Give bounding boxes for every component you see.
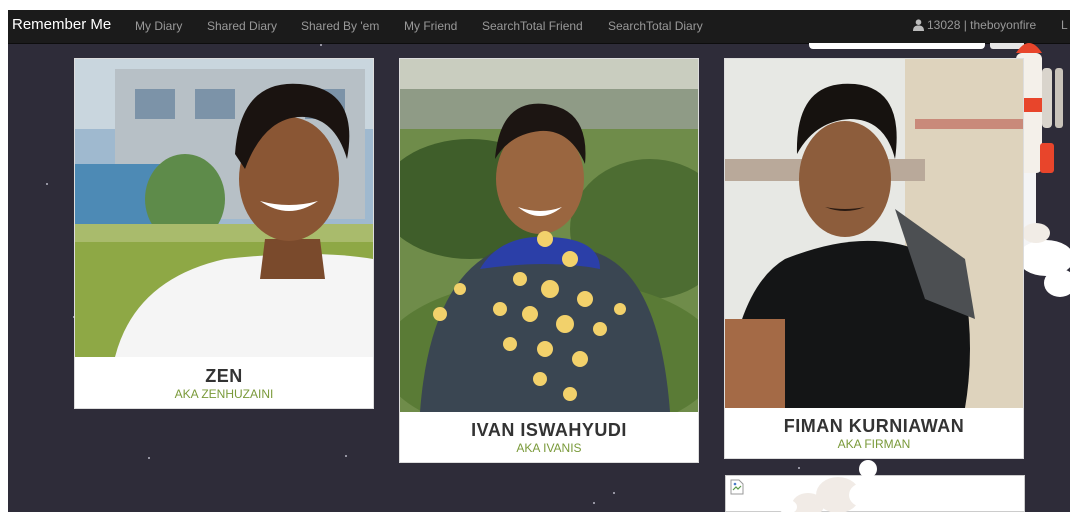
friend-aka: AKA FIRMAN — [837, 437, 911, 451]
star — [148, 457, 150, 459]
friend-name: FIMAN KURNIAWAN — [783, 416, 965, 436]
friend-photo — [725, 59, 1023, 408]
friend-aka: AKA IVANIS — [516, 441, 582, 455]
page-background: Remember Me My Diary Shared Diary Shared… — [8, 10, 1070, 512]
nav-shared-by-em[interactable]: Shared By 'em — [301, 18, 379, 34]
friend-name: ZEN — [205, 366, 243, 386]
broken-image-icon — [730, 479, 744, 495]
top-navbar: Remember Me My Diary Shared Diary Shared… — [8, 10, 1070, 44]
nav-my-diary[interactable]: My Diary — [135, 18, 182, 34]
nav-my-friend[interactable]: My Friend — [404, 18, 457, 34]
star — [320, 44, 322, 46]
friend-card-zen[interactable]: ZEN AKA ZENHUZAINI — [74, 58, 374, 409]
brand-link[interactable]: Remember Me — [12, 15, 111, 35]
user-profile-link[interactable]: 13028 | theboyonfire — [913, 17, 1036, 33]
search-input[interactable] — [809, 43, 985, 49]
user-icon — [913, 19, 924, 31]
nav-overflow-link[interactable]: L — [1061, 18, 1068, 32]
smoke-cloud-illustration — [779, 460, 877, 512]
friend-photo — [75, 59, 373, 357]
friend-aka: AKA ZENHUZAINI — [174, 387, 274, 401]
star — [46, 183, 48, 185]
star — [345, 455, 347, 457]
star — [593, 502, 595, 504]
user-label: 13028 | theboyonfire — [927, 18, 1037, 32]
friend-card-fiman-kurniawan[interactable]: FIMAN KURNIAWAN AKA FIRMAN — [724, 58, 1024, 459]
star — [613, 492, 615, 494]
friend-photo — [400, 59, 698, 412]
nav-search-total-friend[interactable]: SearchTotal Friend — [482, 18, 583, 34]
nav-shared-diary[interactable]: Shared Diary — [207, 18, 277, 34]
nav-search-total-diary[interactable]: SearchTotal Diary — [608, 18, 703, 34]
friend-card-ivan-iswahyudi[interactable]: IVAN ISWAHYUDI AKA IVANIS — [399, 58, 699, 463]
friend-name: IVAN ISWAHYUDI — [471, 420, 627, 440]
